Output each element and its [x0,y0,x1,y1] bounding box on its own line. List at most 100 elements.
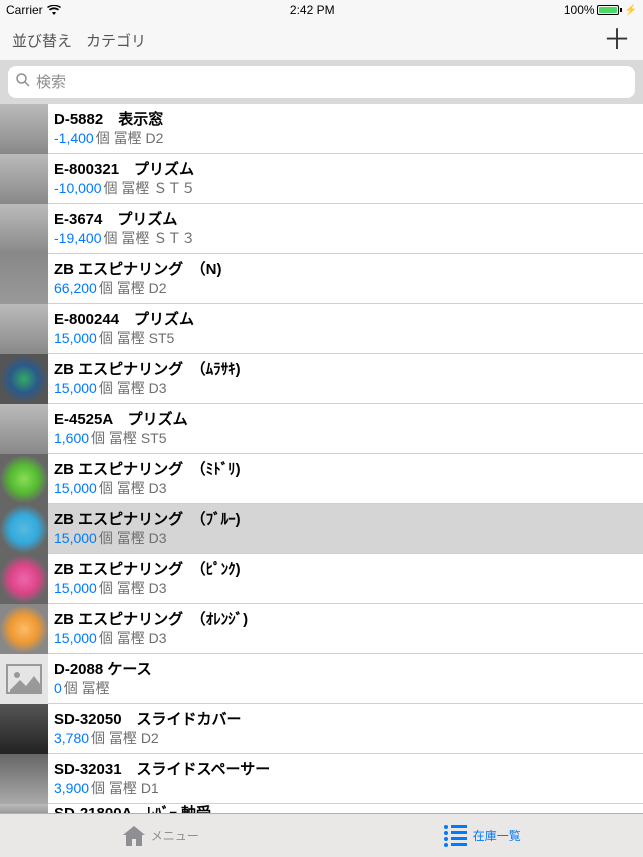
item-quantity: 3,900 [54,780,89,796]
item-thumbnail [0,104,48,154]
item-quantity: 15,000 [54,330,97,346]
item-quantity: 15,000 [54,480,97,496]
item-detail: 15,000個 冨樫 D3 [54,379,643,397]
item-list[interactable]: D-5882 表示窓-1,400個 冨樫 D2E-800321 プリズム-10,… [0,104,643,817]
item-quantity: -1,400 [54,130,94,146]
wifi-icon [47,5,61,15]
item-quantity: 15,000 [54,580,97,596]
tab-menu[interactable]: メニュー [0,814,322,857]
item-thumbnail [0,304,48,354]
item-name: E-800244 プリズム [54,310,643,330]
item-unit-location: 個 冨樫 D2 [99,280,167,296]
item-name: ZB エスピナリング （ﾐﾄﾞﾘ) [54,460,643,480]
item-unit-location: 個 冨樫 ST5 [99,330,174,346]
item-quantity: 15,000 [54,530,97,546]
add-button[interactable]: ＋ [603,26,631,54]
list-item[interactable]: E-4525A プリズム1,600個 冨樫 ST5 [0,404,643,454]
item-name: SD-32031 スライドスペーサー [54,760,643,780]
list-icon [444,825,467,847]
item-info: ZB エスピナリング （ｵﾚﾝｼﾞ)15,000個 冨樫 D3 [48,604,643,653]
item-unit-location: 個 冨樫 ＳＴ３ [103,230,195,246]
item-thumbnail [0,404,48,454]
list-item[interactable]: SD-32050 スライドカバー3,780個 冨樫 D2 [0,704,643,754]
item-info: ZB エスピナリング （N)66,200個 冨樫 D2 [48,254,643,303]
item-detail: 15,000個 冨樫 ST5 [54,329,643,347]
item-unit-location: 個 冨樫 D3 [99,630,167,646]
list-item[interactable]: E-800244 プリズム15,000個 冨樫 ST5 [0,304,643,354]
list-item[interactable]: ZB エスピナリング （ﾐﾄﾞﾘ)15,000個 冨樫 D3 [0,454,643,504]
item-detail: 3,780個 冨樫 D2 [54,729,643,747]
list-item[interactable]: ZB エスピナリング （ﾋﾟﾝｸ)15,000個 冨樫 D3 [0,554,643,604]
search-icon [16,73,30,91]
item-info: ZB エスピナリング （ﾌﾞﾙｰ)15,000個 冨樫 D3 [48,504,643,553]
item-unit-location: 個 冨樫 D3 [99,480,167,496]
item-unit-location: 個 冨樫 D1 [91,780,159,796]
item-quantity: 15,000 [54,630,97,646]
item-info: ZB エスピナリング （ﾋﾟﾝｸ)15,000個 冨樫 D3 [48,554,643,603]
item-unit-location: 個 冨樫 D3 [99,530,167,546]
nav-bar: 並び替え カテゴリ ＋ [0,20,643,60]
status-time: 2:42 PM [290,3,335,17]
item-thumbnail [0,704,48,754]
list-item[interactable]: ZB エスピナリング （N)66,200個 冨樫 D2 [0,254,643,304]
item-detail: 15,000個 冨樫 D3 [54,629,643,647]
item-name: E-3674 プリズム [54,210,643,230]
item-info: E-800244 プリズム15,000個 冨樫 ST5 [48,304,643,353]
item-info: E-800321 プリズム-10,000個 冨樫 ＳＴ５ [48,154,643,203]
item-detail: 15,000個 冨樫 D3 [54,579,643,597]
category-button[interactable]: カテゴリ [86,30,146,51]
item-detail: 0個 冨樫 [54,679,643,697]
tab-inventory-label: 在庫一覧 [473,827,521,844]
status-bar: Carrier 2:42 PM 100% ⚡ [0,0,643,20]
item-quantity: 1,600 [54,430,89,446]
item-unit-location: 個 冨樫 D2 [96,130,164,146]
item-thumbnail [0,254,48,304]
item-info: SD-32031 スライドスペーサー3,900個 冨樫 D1 [48,754,643,803]
item-name: ZB エスピナリング （ﾑﾗｻｷ) [54,360,643,380]
item-info: E-3674 プリズム-19,400個 冨樫 ＳＴ３ [48,204,643,253]
item-thumbnail [0,754,48,804]
item-detail: -19,400個 冨樫 ＳＴ３ [54,229,643,247]
item-name: ZB エスピナリング （ﾋﾟﾝｸ) [54,560,643,580]
sort-button[interactable]: 並び替え [12,30,72,51]
item-name: D-2088 ケース [54,660,643,680]
item-thumbnail [0,354,48,404]
item-thumbnail [0,154,48,204]
list-item[interactable]: ZB エスピナリング （ｵﾚﾝｼﾞ)15,000個 冨樫 D3 [0,604,643,654]
item-quantity: 0 [54,680,62,696]
item-unit-location: 個 冨樫 ST5 [91,430,166,446]
item-info: SD-32050 スライドカバー3,780個 冨樫 D2 [48,704,643,753]
item-quantity: -19,400 [54,230,101,246]
home-icon [123,826,145,846]
list-item[interactable]: E-800321 プリズム-10,000個 冨樫 ＳＴ５ [0,154,643,204]
item-name: ZB エスピナリング （ｵﾚﾝｼﾞ) [54,610,643,630]
list-item[interactable]: ZB エスピナリング （ﾌﾞﾙｰ)15,000個 冨樫 D3 [0,504,643,554]
item-info: D-5882 表示窓-1,400個 冨樫 D2 [48,104,643,153]
item-thumbnail [0,454,48,504]
list-item[interactable]: E-3674 プリズム-19,400個 冨樫 ＳＴ３ [0,204,643,254]
item-info: E-4525A プリズム1,600個 冨樫 ST5 [48,404,643,453]
item-info: ZB エスピナリング （ﾐﾄﾞﾘ)15,000個 冨樫 D3 [48,454,643,503]
item-name: E-800321 プリズム [54,160,643,180]
item-name: ZB エスピナリング （N) [54,260,643,280]
item-unit-location: 個 冨樫 D3 [99,380,167,396]
item-name: D-5882 表示窓 [54,110,643,130]
tab-inventory[interactable]: 在庫一覧 [322,814,643,857]
item-detail: -10,000個 冨樫 ＳＴ５ [54,179,643,197]
item-quantity: 3,780 [54,730,89,746]
search-bar [0,60,643,104]
tab-bar: メニュー 在庫一覧 [0,813,643,857]
battery-icon [597,5,622,15]
item-unit-location: 個 冨樫 D3 [99,580,167,596]
list-item[interactable]: ZB エスピナリング （ﾑﾗｻｷ)15,000個 冨樫 D3 [0,354,643,404]
tab-menu-label: メニュー [151,827,199,844]
list-item[interactable]: D-5882 表示窓-1,400個 冨樫 D2 [0,104,643,154]
item-quantity: -10,000 [54,180,101,196]
item-name: ZB エスピナリング （ﾌﾞﾙｰ) [54,510,643,530]
item-detail: 3,900個 冨樫 D1 [54,779,643,797]
item-thumbnail [0,654,48,704]
item-name: SD-32050 スライドカバー [54,710,643,730]
list-item[interactable]: SD-32031 スライドスペーサー3,900個 冨樫 D1 [0,754,643,804]
search-input[interactable] [36,74,627,91]
list-item[interactable]: D-2088 ケース0個 冨樫 [0,654,643,704]
